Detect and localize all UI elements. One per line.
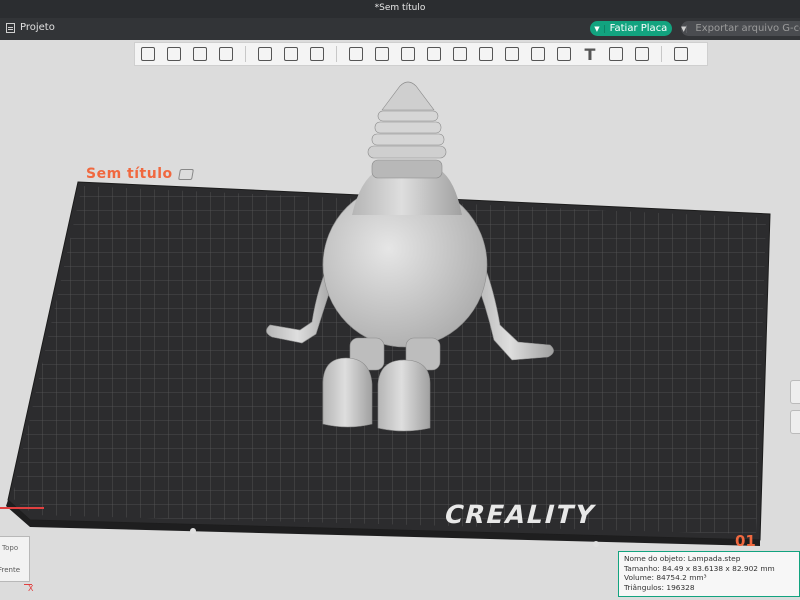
toolbar-divider	[336, 46, 337, 62]
slice-plate-button[interactable]: ▼ Fatiar Placa	[590, 21, 672, 36]
scale-icon[interactable]	[397, 44, 419, 64]
toolbar-divider	[661, 46, 662, 62]
move-icon[interactable]	[345, 44, 367, 64]
color-paint-icon[interactable]	[553, 44, 575, 64]
split-icon[interactable]	[254, 44, 276, 64]
plate-name[interactable]: Sem título	[86, 166, 194, 182]
cut-icon[interactable]	[449, 44, 471, 64]
side-panel-button[interactable]	[790, 410, 800, 434]
slice-label: Fatiar Placa	[609, 23, 668, 34]
text-icon[interactable]: T	[579, 44, 601, 64]
bed-hole	[593, 541, 599, 547]
project-icon	[6, 22, 15, 33]
side-panel-button[interactable]	[790, 380, 800, 404]
object-size: Tamanho: 84.49 x 83.6138 x 82.902 mm	[624, 563, 775, 573]
title-bar: *Sem título	[0, 0, 800, 18]
edit-icon[interactable]	[177, 168, 194, 180]
export-label: Exportar arquivo G-code	[695, 23, 800, 34]
layout-icon[interactable]	[280, 44, 302, 64]
navcube-front-label: Frente	[0, 566, 21, 574]
navcube-top-label: Topo	[2, 544, 19, 552]
creality-logo: CREALITY	[441, 500, 600, 529]
object-volume: Volume: 84754.2 mm³	[624, 573, 707, 583]
support-paint-icon[interactable]	[501, 44, 523, 64]
object-toolbar: T	[134, 42, 708, 66]
project-menu[interactable]: Projeto	[6, 22, 55, 33]
navcube-face[interactable]	[0, 536, 30, 582]
toolbar-divider	[245, 46, 246, 62]
export-gcode-button[interactable]: ▼ Exportar arquivo G-code	[681, 21, 800, 36]
boolean-icon[interactable]	[475, 44, 497, 64]
axis-marker	[0, 507, 44, 509]
grid-arrange-icon[interactable]	[163, 44, 185, 64]
scene-svg	[6, 81, 771, 547]
project-label: Projeto	[20, 22, 55, 33]
plate-number: 01	[735, 532, 756, 550]
puzzle-icon[interactable]	[670, 44, 692, 64]
list-icon[interactable]	[306, 44, 328, 64]
object-triangles: Triângulos: 196328	[624, 583, 695, 593]
x-axis-label: X	[28, 584, 34, 593]
plate-view-icon[interactable]	[215, 44, 237, 64]
orient-icon[interactable]	[189, 44, 211, 64]
measure-icon[interactable]	[605, 44, 627, 64]
seam-paint-icon[interactable]	[527, 44, 549, 64]
rotate-icon[interactable]	[371, 44, 393, 64]
lay-on-face-icon[interactable]	[423, 44, 445, 64]
menu-bar: Projeto ▼ Fatiar Placa ▼ Exportar arquiv…	[0, 18, 800, 40]
assembly-icon[interactable]	[631, 44, 653, 64]
plate-name-label: Sem título	[86, 166, 173, 182]
navigation-cube[interactable]: Topo Frente	[0, 536, 30, 584]
object-name: Nome do objeto: Lampada.step	[624, 554, 741, 563]
slice-dropdown-icon[interactable]: ▼	[590, 24, 605, 33]
object-info-panel: Nome do objeto: Lampada.step Tamanho: 84…	[618, 551, 800, 597]
add-object-icon[interactable]	[137, 44, 159, 64]
window-title: *Sem título	[374, 3, 426, 13]
3d-viewport[interactable]	[0, 40, 800, 600]
bed-hole	[190, 528, 196, 534]
